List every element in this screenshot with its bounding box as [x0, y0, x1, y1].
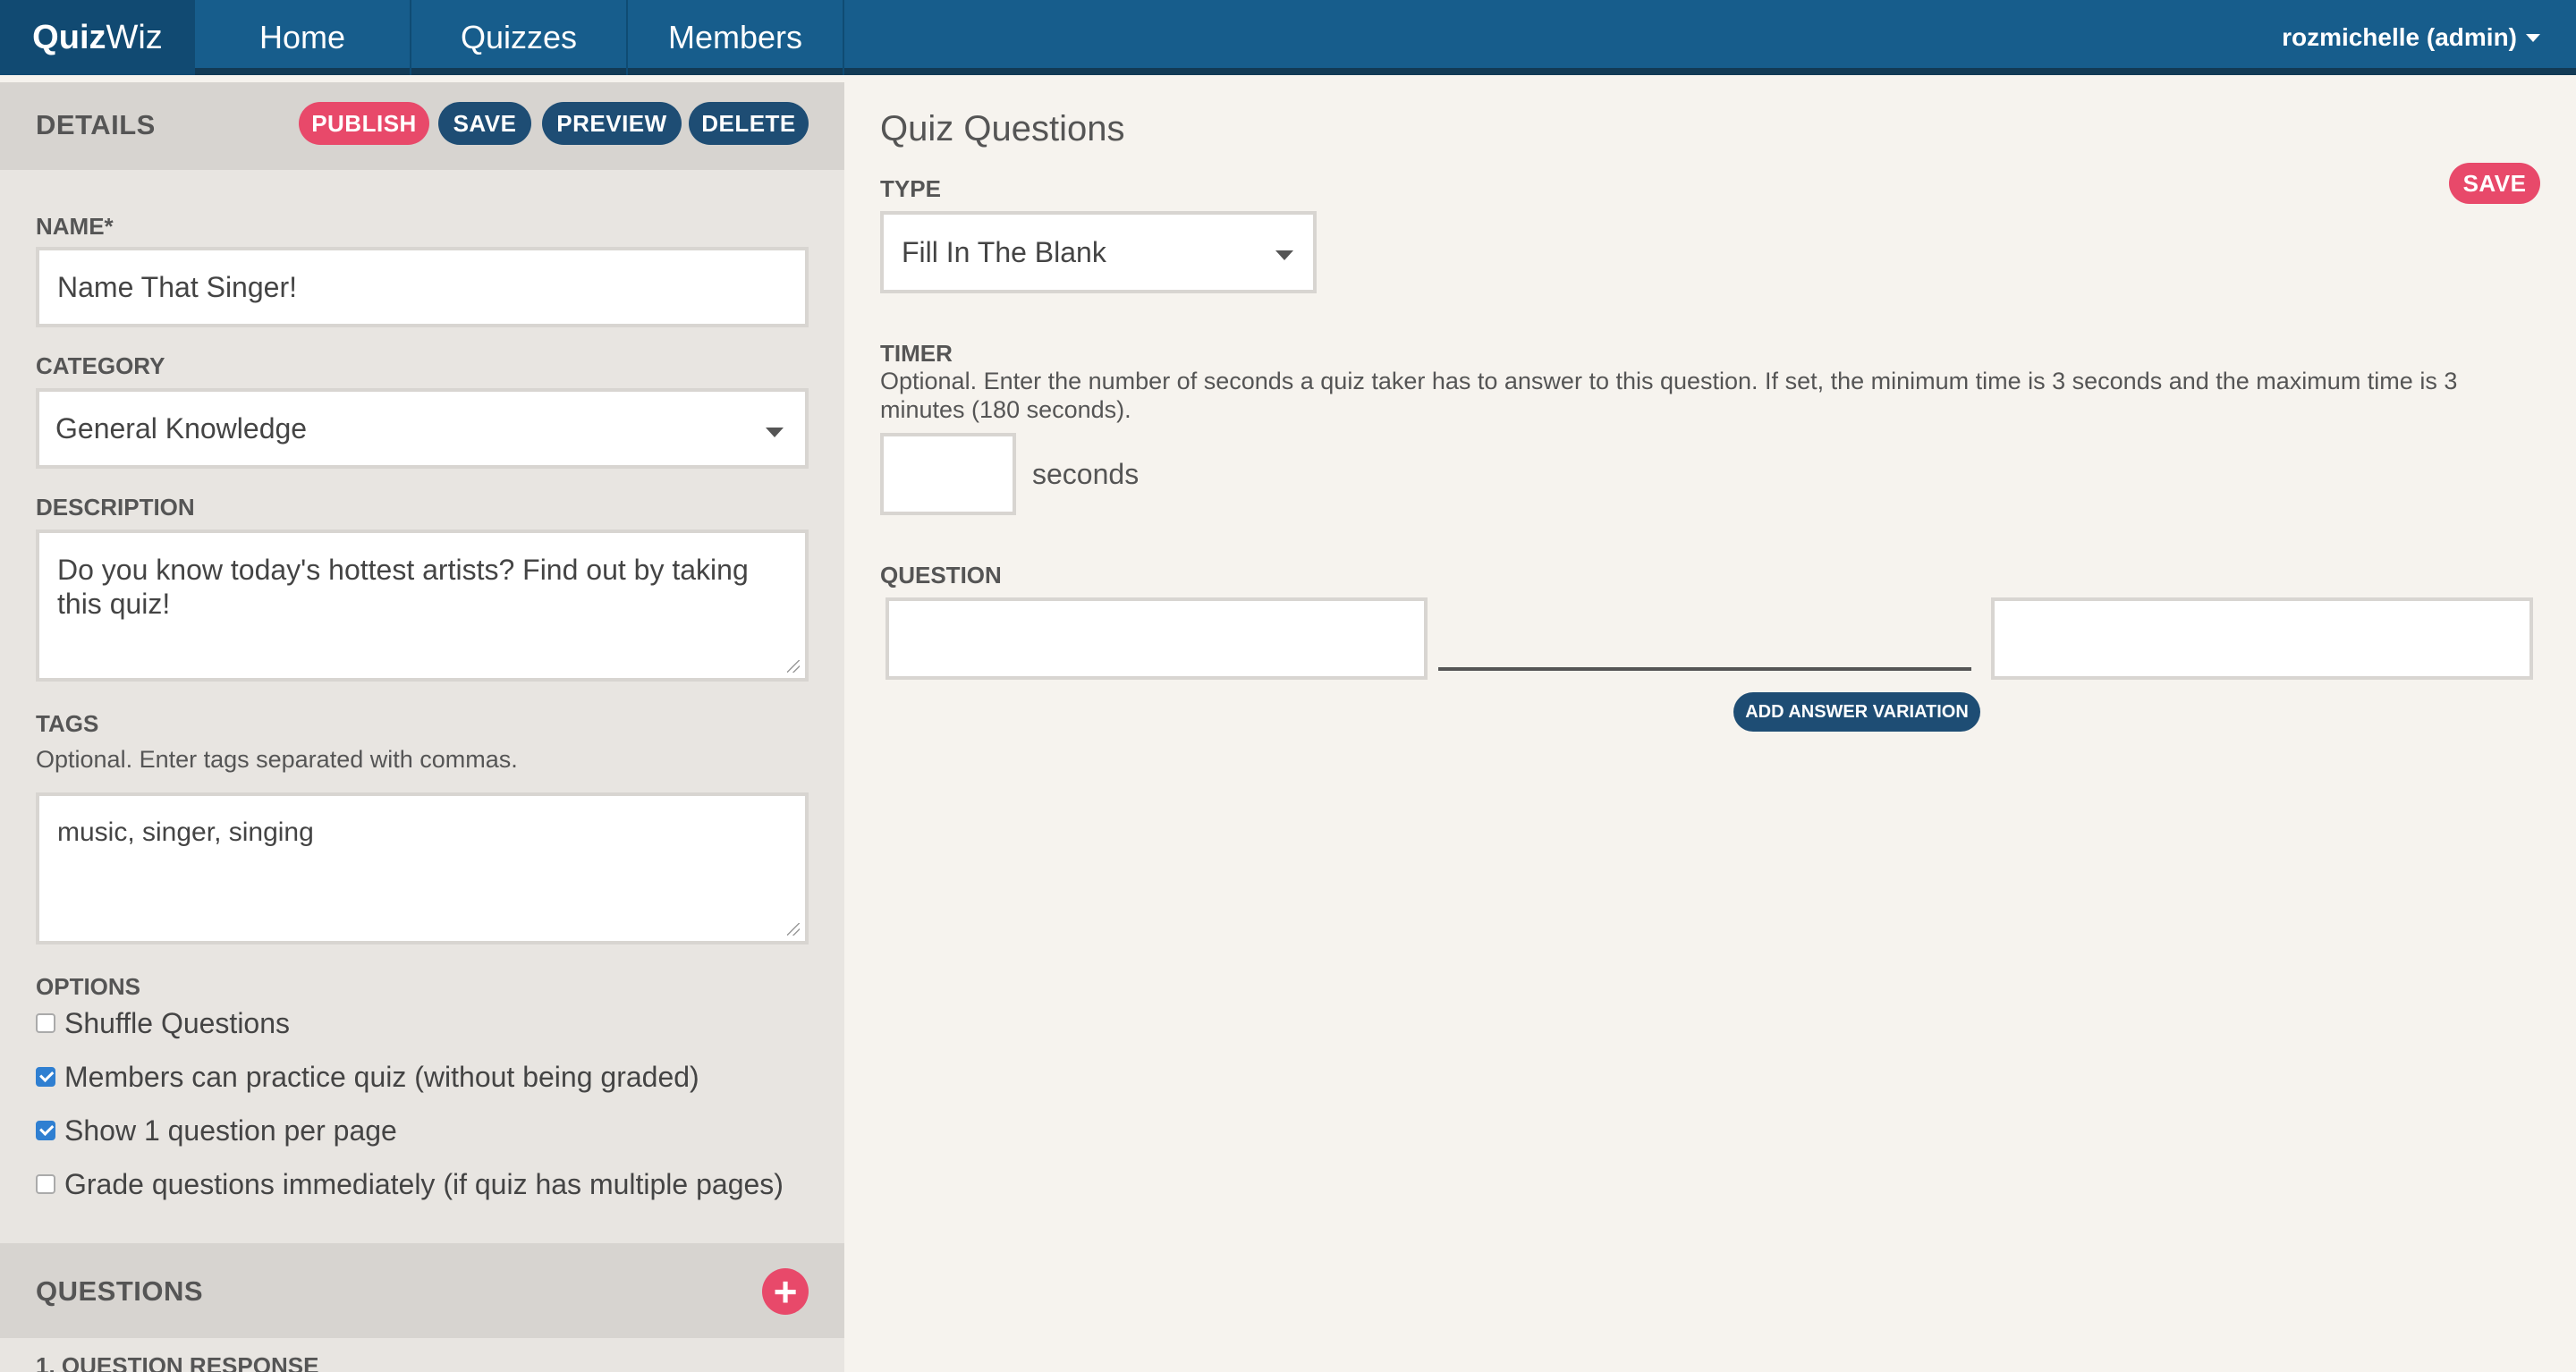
- checkbox-one-per-page[interactable]: [36, 1121, 55, 1140]
- chevron-down-icon: [766, 428, 784, 437]
- type-value: Fill In The Blank: [902, 235, 1106, 268]
- save-question-button[interactable]: SAVE: [2449, 163, 2540, 204]
- tags-help: Optional. Enter tags separated with comm…: [36, 746, 518, 773]
- quiz-questions-title: Quiz Questions: [880, 109, 1125, 148]
- question-after-blank-input[interactable]: [1991, 597, 2533, 680]
- top-navbar: Quiz Wiz Home Quizzes Members rozmichelle…: [0, 0, 2576, 75]
- question-type-select[interactable]: Fill In The Blank: [880, 211, 1317, 293]
- option-label: Grade questions immediately (if quiz has…: [64, 1167, 784, 1200]
- tags-textarea[interactable]: music, singer, singing: [36, 792, 809, 944]
- description-label: DESCRIPTION: [36, 494, 195, 521]
- user-menu[interactable]: rozmichelle (admin): [2282, 0, 2540, 75]
- name-label: NAME*: [36, 213, 114, 240]
- checkbox-grade-immediately[interactable]: [36, 1174, 55, 1194]
- timer-input[interactable]: [880, 433, 1016, 515]
- brand-rest: Wiz: [106, 18, 163, 56]
- add-answer-variation-button[interactable]: ADD ANSWER VARIATION: [1733, 692, 1980, 732]
- description-value: Do you know today's hottest artists? Fin…: [57, 554, 749, 620]
- seconds-label: seconds: [1032, 458, 1140, 490]
- details-header: DETAILS PUBLISH SAVE PREVIEW DELETE: [0, 82, 844, 170]
- nav-home[interactable]: Home: [195, 0, 411, 75]
- category-select[interactable]: General Knowledge: [36, 388, 809, 469]
- name-input[interactable]: Name That Singer!: [36, 247, 809, 327]
- option-practice-quiz[interactable]: Members can practice quiz (without being…: [36, 1059, 699, 1095]
- delete-button[interactable]: DELETE: [689, 102, 809, 145]
- question-label: QUESTION: [880, 562, 1002, 589]
- description-textarea[interactable]: Do you know today's hottest artists? Fin…: [36, 529, 809, 682]
- brand-bold: Quiz: [32, 18, 106, 56]
- questions-title: QUESTIONS: [36, 1275, 204, 1307]
- resize-handle-icon[interactable]: [787, 660, 800, 673]
- checkbox-shuffle[interactable]: [36, 1013, 55, 1033]
- tags-label: TAGS: [36, 710, 99, 737]
- brand-logo[interactable]: Quiz Wiz: [0, 0, 195, 75]
- option-label: Show 1 question per page: [64, 1114, 397, 1147]
- preview-button[interactable]: PREVIEW: [542, 102, 682, 145]
- options-label: OPTIONS: [36, 973, 141, 1000]
- question-list-item[interactable]: 1. QUESTION RESPONSE: [36, 1352, 318, 1372]
- publish-button[interactable]: PUBLISH: [299, 102, 429, 145]
- nav-quizzes[interactable]: Quizzes: [411, 0, 628, 75]
- user-name: rozmichelle (admin): [2282, 23, 2517, 51]
- question-before-blank-input[interactable]: [886, 597, 1428, 680]
- option-grade-immediately[interactable]: Grade questions immediately (if quiz has…: [36, 1166, 784, 1202]
- chevron-down-icon: [2526, 33, 2540, 42]
- details-title: DETAILS: [36, 109, 156, 140]
- save-details-button[interactable]: SAVE: [438, 102, 531, 145]
- timer-label: TIMER: [880, 340, 953, 367]
- tags-value: music, singer, singing: [57, 817, 314, 847]
- category-label: CATEGORY: [36, 352, 165, 379]
- option-label: Shuffle Questions: [64, 1006, 291, 1039]
- type-label: TYPE: [880, 175, 941, 202]
- category-value: General Knowledge: [55, 411, 308, 445]
- timer-help: Optional. Enter the number of seconds a …: [880, 368, 2458, 423]
- checkbox-practice[interactable]: [36, 1067, 55, 1087]
- details-panel: DETAILS PUBLISH SAVE PREVIEW DELETE NAME…: [0, 82, 844, 1372]
- blank-answer-line[interactable]: [1438, 667, 1971, 671]
- questions-header: QUESTIONS +: [0, 1243, 844, 1338]
- nav-members[interactable]: Members: [628, 0, 844, 75]
- add-question-plus-icon[interactable]: +: [762, 1268, 809, 1315]
- chevron-down-icon: [1275, 250, 1293, 260]
- resize-handle-icon[interactable]: [787, 923, 800, 936]
- option-shuffle-questions[interactable]: Shuffle Questions: [36, 1005, 290, 1041]
- option-one-per-page[interactable]: Show 1 question per page: [36, 1113, 397, 1148]
- quiz-questions-panel: Quiz Questions SAVE TYPE Fill In The Bla…: [844, 82, 2576, 1372]
- option-label: Members can practice quiz (without being…: [64, 1060, 699, 1093]
